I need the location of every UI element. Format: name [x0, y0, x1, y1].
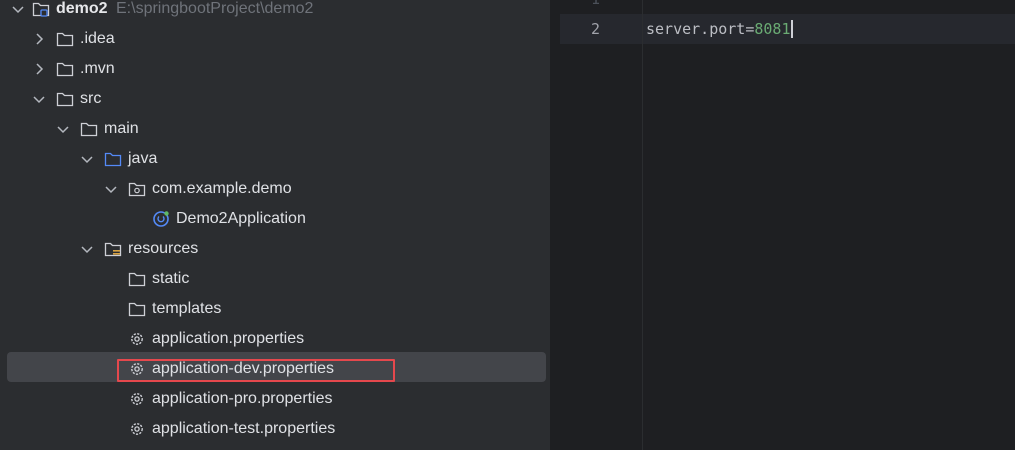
tree-row-src[interactable]: src: [0, 84, 550, 114]
code-line-2[interactable]: server.port=8081: [646, 20, 793, 38]
chevron-down-icon[interactable]: [79, 151, 95, 167]
chevron-down-icon[interactable]: [103, 181, 119, 197]
tree-label-app-props: application.properties: [152, 330, 305, 347]
tree-label-app-pro-props: application-pro.properties: [152, 390, 333, 407]
folder-icon: [56, 62, 74, 77]
gear-icon: [131, 423, 143, 435]
package-icon: [128, 182, 146, 197]
tree-row-app-pro-props[interactable]: application-pro.properties: [0, 384, 550, 414]
tree-row-main[interactable]: main: [0, 114, 550, 144]
tree-label-templates: templates: [152, 300, 222, 317]
tree-row-root[interactable]: demo2 E:\springbootProject\demo2: [0, 0, 550, 24]
code-editor[interactable]: 1 2 server.port=8081: [560, 0, 1015, 450]
folder-icon: [128, 272, 146, 287]
folder-icon: [56, 92, 74, 107]
tree-row-app-test-props[interactable]: application-test.properties: [0, 414, 550, 444]
source-folder-icon: [104, 152, 122, 167]
tree-label-java: java: [128, 150, 158, 167]
red-annotation-box: [117, 359, 395, 382]
project-tool-window: demo2 E:\springbootProject\demo2 .idea .…: [0, 0, 550, 450]
text-caret: [790, 20, 793, 38]
module-folder-icon: [32, 2, 50, 17]
chevron-right-icon[interactable]: [31, 31, 47, 47]
tree-label-main: main: [104, 120, 139, 137]
tree-label-idea: .idea: [80, 30, 115, 47]
tree-row-static[interactable]: static: [0, 264, 550, 294]
panel-splitter[interactable]: [550, 0, 560, 450]
chevron-down-icon[interactable]: [31, 91, 47, 107]
tree-label-resources: resources: [128, 240, 199, 257]
property-value: 8081: [754, 20, 791, 38]
folder-icon: [128, 302, 146, 317]
tree-row-java[interactable]: java: [0, 144, 550, 174]
resources-folder-icon: [104, 242, 122, 257]
tree-label-static: static: [152, 270, 190, 287]
spring-boot-class-icon: [153, 211, 169, 227]
root-name: demo2: [56, 0, 108, 17]
chevron-down-icon[interactable]: [10, 1, 26, 17]
chevron-down-icon[interactable]: [55, 121, 71, 137]
tree-label-mvn: .mvn: [80, 60, 115, 77]
folder-icon: [80, 122, 98, 137]
chevron-down-icon[interactable]: [79, 241, 95, 257]
folder-icon: [56, 32, 74, 47]
tree-label-app-class: Demo2Application: [176, 210, 306, 227]
gear-icon: [131, 393, 143, 405]
tree-row-package[interactable]: com.example.demo: [0, 174, 550, 204]
tree-label-src: src: [80, 90, 102, 107]
tree-row-idea[interactable]: .idea: [0, 24, 550, 54]
root-path: E:\springbootProject\demo2: [116, 0, 314, 17]
property-key: server.port: [646, 20, 746, 38]
tree-label-app-test-props: application-test.properties: [152, 420, 336, 437]
tree-row-app-props[interactable]: application.properties: [0, 324, 550, 354]
line-number: 2: [590, 20, 600, 38]
tree-row-resources[interactable]: resources: [0, 234, 550, 264]
tree-row-templates[interactable]: templates: [0, 294, 550, 324]
gear-icon: [131, 333, 143, 345]
line-number: 1: [560, 0, 600, 8]
tree-label-package: com.example.demo: [152, 180, 292, 197]
tree-row-app-class[interactable]: Demo2Application: [0, 204, 550, 234]
chevron-right-icon[interactable]: [31, 61, 47, 77]
tree-row-mvn[interactable]: .mvn: [0, 54, 550, 84]
gutter-separator: [642, 0, 643, 450]
